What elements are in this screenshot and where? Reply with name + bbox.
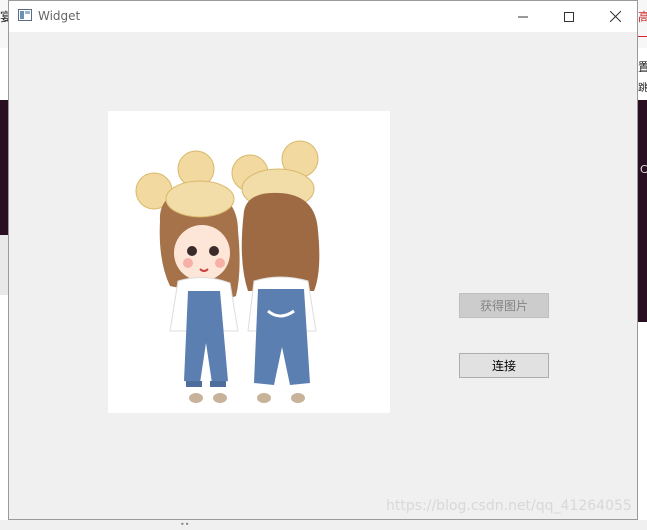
image-display xyxy=(108,111,390,413)
background-text: 置 xyxy=(638,60,647,74)
cartoon-girls-illustration xyxy=(135,140,320,403)
maximize-icon xyxy=(564,11,574,22)
close-button[interactable] xyxy=(592,1,638,32)
background-panel xyxy=(0,235,8,295)
minimize-button[interactable] xyxy=(500,1,546,32)
background-panel xyxy=(638,100,647,322)
taskbar-fragment xyxy=(0,520,647,530)
background-panel xyxy=(0,100,8,235)
title-bar[interactable]: Widget xyxy=(9,1,637,32)
minimize-icon xyxy=(518,16,528,17)
drag-handle-icon: •• xyxy=(180,520,190,529)
background-text: 高 xyxy=(638,10,647,24)
maximize-button[interactable] xyxy=(546,1,592,32)
background-text: C xyxy=(640,163,647,176)
girl-right xyxy=(231,140,320,403)
app-icon xyxy=(18,9,32,21)
background-divider xyxy=(638,36,647,37)
girl-left xyxy=(135,150,240,403)
connect-button[interactable]: 连接 xyxy=(459,353,549,378)
background-text: 跳 xyxy=(638,83,647,94)
window-title: Widget xyxy=(38,9,81,23)
get-image-button[interactable]: 获得图片 xyxy=(459,293,549,318)
app-window: Widget 获得图片 连接 xyxy=(8,0,638,520)
watermark-text: https://blog.csdn.net/qq_41264055 xyxy=(386,498,632,514)
close-icon xyxy=(609,11,621,22)
